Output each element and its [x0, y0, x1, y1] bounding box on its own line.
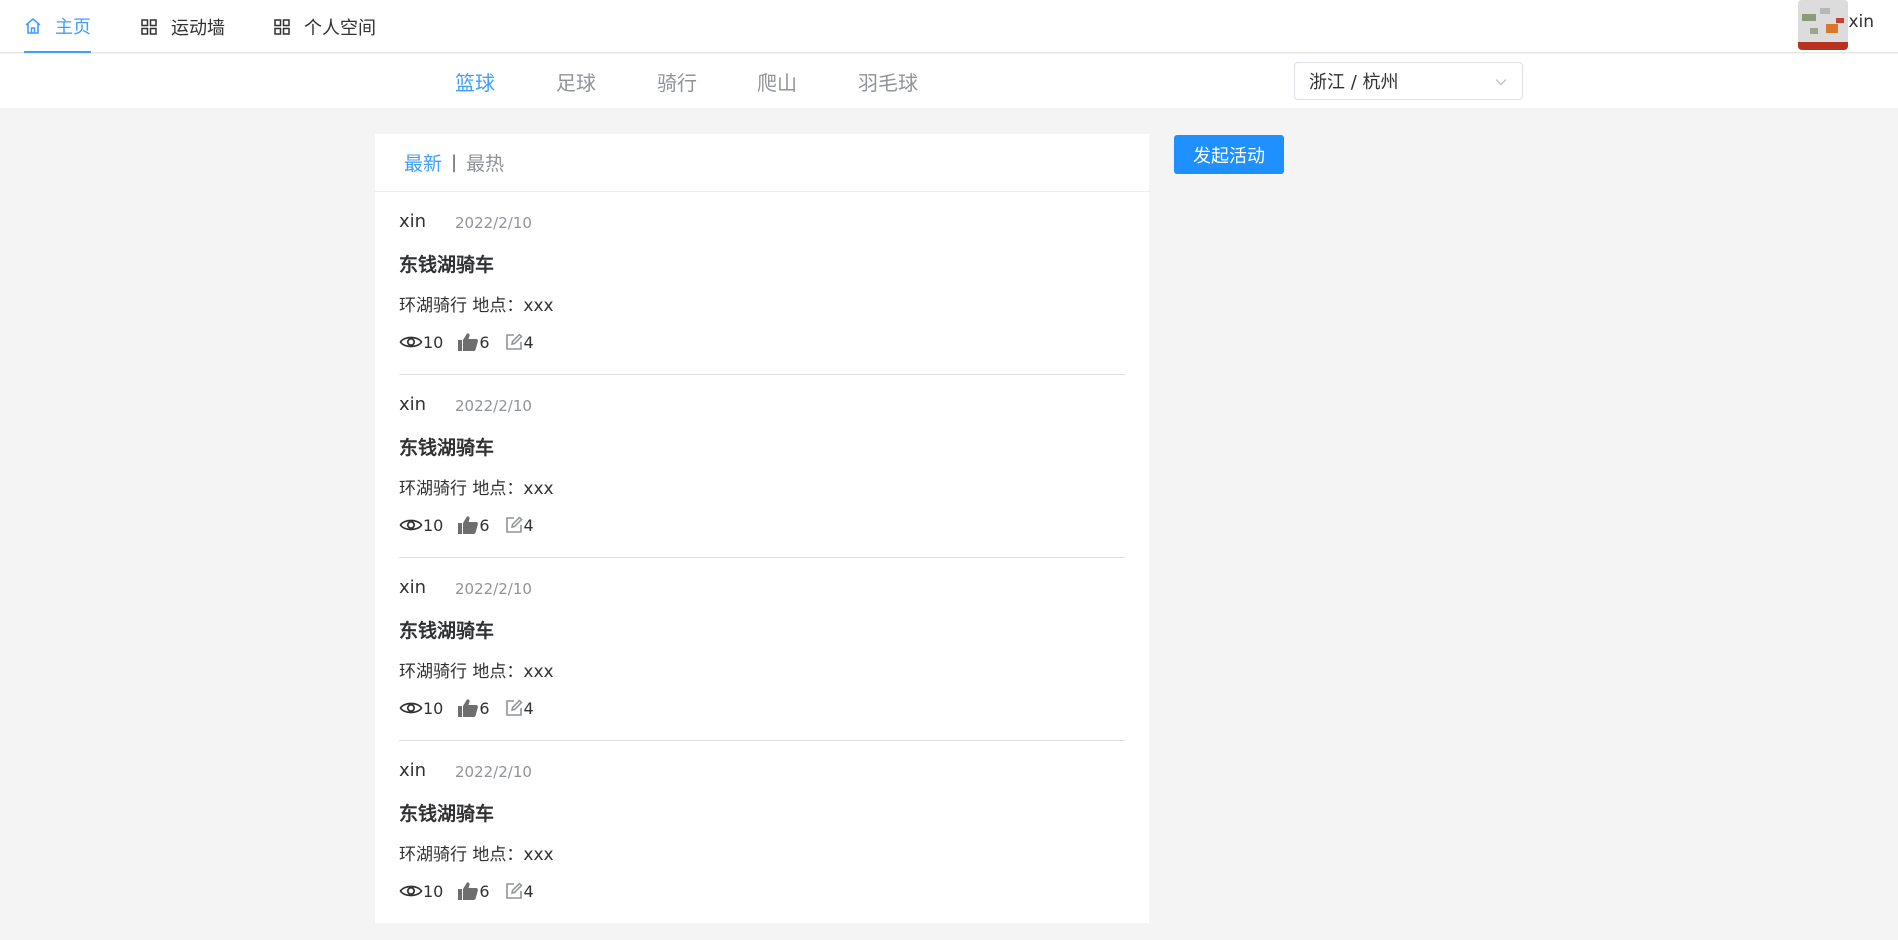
comments-count: 4	[523, 515, 534, 535]
user-menu[interactable]: xin	[1798, 0, 1874, 53]
grid-icon	[274, 18, 290, 35]
comments-count: 4	[523, 332, 534, 352]
eye-icon	[399, 519, 423, 531]
tab-football[interactable]: 足球	[556, 54, 596, 108]
views-count: 10	[423, 698, 444, 718]
nav-label-home: 主页	[55, 16, 91, 38]
sort-hottest[interactable]: 最热	[466, 149, 504, 176]
likes-count: 6	[479, 515, 490, 535]
like-button[interactable]: 6	[457, 698, 490, 718]
tab-badminton[interactable]: 羽毛球	[858, 54, 918, 108]
post-item[interactable]: xin 2022/2/10 东钱湖骑车 环湖骑行 地点：xxx 10 6 4	[399, 741, 1125, 924]
avatar[interactable]	[1798, 0, 1849, 50]
nav-label-personal-space: 个人空间	[304, 17, 376, 39]
views-stat: 10	[399, 882, 443, 901]
edit-icon	[505, 882, 523, 899]
grid-icon	[141, 18, 157, 35]
eye-icon	[399, 702, 423, 714]
views-stat: 10	[399, 333, 443, 352]
like-button[interactable]: 6	[457, 881, 490, 901]
region-select-value: 浙江 / 杭州	[1309, 72, 1399, 93]
nav-item-sports-wall[interactable]: 运动墙	[140, 0, 225, 53]
post-stats: 10 6 4	[399, 515, 548, 535]
likes-count: 6	[479, 698, 490, 718]
comment-button[interactable]: 4	[504, 698, 534, 718]
thumbs-up-icon	[458, 333, 479, 351]
create-activity-button[interactable]: 发起活动	[1174, 135, 1284, 174]
post-title[interactable]: 东钱湖骑车	[399, 799, 494, 826]
eye-icon	[399, 336, 423, 348]
post-date: 2022/2/10	[455, 397, 532, 415]
tab-hiking[interactable]: 爬山	[757, 54, 797, 108]
post-item[interactable]: xin 2022/2/10 东钱湖骑车 环湖骑行 地点：xxx 10 6 4	[399, 192, 1125, 375]
views-count: 10	[423, 515, 444, 535]
eye-icon	[399, 885, 423, 897]
comment-button[interactable]: 4	[504, 332, 534, 352]
views-stat: 10	[399, 699, 443, 718]
comment-button[interactable]: 4	[504, 881, 534, 901]
post-title[interactable]: 东钱湖骑车	[399, 250, 494, 277]
post-author[interactable]: xin	[399, 394, 426, 415]
views-count: 10	[423, 881, 444, 901]
sport-category-bar: 篮球 足球 骑行 爬山 羽毛球 浙江 / 杭州	[0, 54, 1898, 108]
thumbs-up-icon	[458, 882, 479, 900]
like-button[interactable]: 6	[457, 515, 490, 535]
nav-label-sports-wall: 运动墙	[171, 17, 225, 39]
like-button[interactable]: 6	[457, 332, 490, 352]
comments-count: 4	[523, 698, 534, 718]
post-title[interactable]: 东钱湖骑车	[399, 433, 494, 460]
thumbs-up-icon	[458, 699, 479, 717]
sort-bar: 最新 | 最热	[375, 134, 1149, 192]
post-stats: 10 6 4	[399, 698, 548, 718]
post-author[interactable]: xin	[399, 760, 426, 781]
post-stats: 10 6 4	[399, 332, 548, 352]
post-date: 2022/2/10	[455, 763, 532, 781]
thumbs-up-icon	[458, 516, 479, 534]
post-list: xin 2022/2/10 东钱湖骑车 环湖骑行 地点：xxx 10 6 4 x…	[375, 192, 1149, 924]
edit-icon	[505, 333, 523, 350]
edit-icon	[505, 516, 523, 533]
views-count: 10	[423, 332, 444, 352]
likes-count: 6	[479, 881, 490, 901]
post-stats: 10 6 4	[399, 881, 548, 901]
comment-button[interactable]: 4	[504, 515, 534, 535]
tab-basketball[interactable]: 篮球	[455, 54, 495, 108]
post-description: 环湖骑行 地点：xxx	[399, 296, 554, 316]
post-date: 2022/2/10	[455, 580, 532, 598]
edit-icon	[505, 699, 523, 716]
post-author[interactable]: xin	[399, 577, 426, 598]
region-select[interactable]: 浙江 / 杭州	[1294, 62, 1523, 100]
sort-separator: |	[451, 152, 458, 173]
nav-item-personal-space[interactable]: 个人空间	[273, 0, 376, 53]
post-title[interactable]: 东钱湖骑车	[399, 616, 494, 643]
post-description: 环湖骑行 地点：xxx	[399, 662, 554, 682]
likes-count: 6	[479, 332, 490, 352]
post-date: 2022/2/10	[455, 214, 532, 232]
top-nav: 主页 运动墙 个人空间 xin	[0, 0, 1898, 53]
chevron-down-icon	[1495, 79, 1507, 86]
home-icon	[25, 17, 41, 34]
post-author[interactable]: xin	[399, 211, 426, 232]
tab-cycling[interactable]: 骑行	[657, 54, 697, 108]
views-stat: 10	[399, 516, 443, 535]
nav-item-home[interactable]: 主页	[24, 0, 91, 53]
post-description: 环湖骑行 地点：xxx	[399, 845, 554, 865]
post-item[interactable]: xin 2022/2/10 东钱湖骑车 环湖骑行 地点：xxx 10 6 4	[399, 375, 1125, 558]
post-description: 环湖骑行 地点：xxx	[399, 479, 554, 499]
activity-feed: 最新 | 最热 xin 2022/2/10 东钱湖骑车 环湖骑行 地点：xxx …	[375, 134, 1149, 923]
sort-latest[interactable]: 最新	[404, 149, 442, 176]
user-name[interactable]: xin	[1848, 12, 1874, 32]
post-item[interactable]: xin 2022/2/10 东钱湖骑车 环湖骑行 地点：xxx 10 6 4	[399, 558, 1125, 741]
comments-count: 4	[523, 881, 534, 901]
